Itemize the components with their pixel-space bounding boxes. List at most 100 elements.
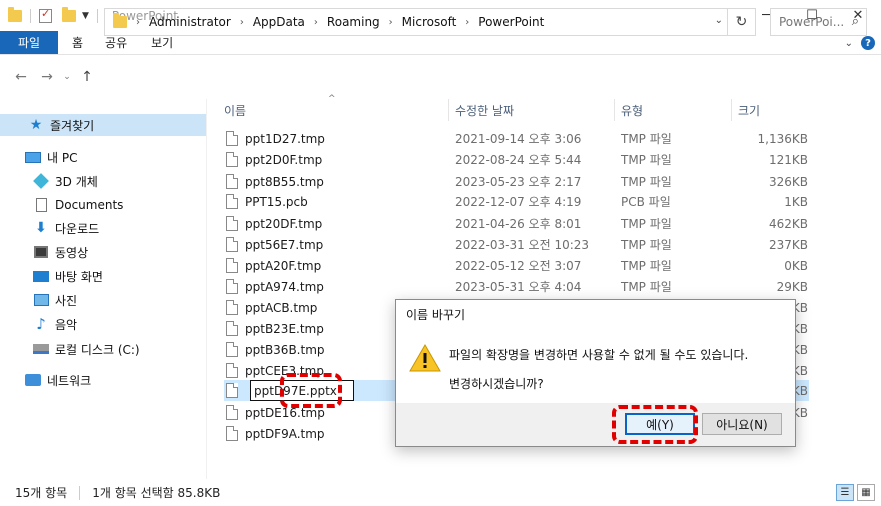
folder-icon bbox=[8, 6, 22, 22]
pc-icon bbox=[25, 150, 41, 164]
sidebar-item-network[interactable]: 네트워크 bbox=[0, 369, 91, 391]
search-input[interactable]: PowerPoi... ⌕ bbox=[770, 8, 867, 36]
chevron-right-icon[interactable]: › bbox=[389, 17, 393, 28]
column-header-type[interactable]: 유형 bbox=[621, 99, 643, 121]
picture-icon-shape bbox=[33, 294, 49, 306]
sidebar-item-this-pc[interactable]: 내 PC bbox=[0, 146, 77, 168]
sidebar-item-music[interactable]: ♪ 음악 bbox=[0, 313, 77, 335]
file-icon bbox=[226, 300, 238, 315]
file-icon bbox=[226, 237, 238, 252]
column-header-name[interactable]: 이름 bbox=[224, 99, 246, 121]
file-type: TMP 파일 bbox=[621, 259, 672, 273]
chevron-down-icon[interactable]: ⌄ bbox=[715, 15, 723, 26]
sidebar-item-local-disk[interactable]: 로컬 디스크 (C:) bbox=[0, 338, 140, 360]
breadcrumb-roaming[interactable]: Roaming bbox=[327, 15, 380, 29]
file-name: pptB23E.tmp bbox=[245, 321, 324, 336]
table-row[interactable]: pptA20F.tmp 2022-05-12 오전 3:07 TMP 파일 0K… bbox=[224, 255, 809, 276]
file-size: 29KB bbox=[776, 279, 808, 294]
table-row[interactable]: pptA974.tmp 2023-05-31 오후 4:04 TMP 파일 29… bbox=[224, 276, 809, 297]
sidebar-item-pictures[interactable]: 사진 bbox=[0, 289, 77, 311]
file-size: 326KB bbox=[768, 174, 808, 189]
drive-icon-shape bbox=[33, 344, 49, 354]
navigation-bar: ← → ⌄ ↑ bbox=[0, 55, 881, 99]
chevron-right-icon[interactable]: › bbox=[136, 17, 140, 28]
file-date: 2023-05-31 오후 4:04 bbox=[455, 280, 582, 294]
file-icon bbox=[226, 194, 238, 209]
customize-toolbar-icon[interactable]: ▼ bbox=[82, 11, 89, 21]
table-row[interactable]: ppt1D27.tmp 2021-09-14 오후 3:06 TMP 파일 1,… bbox=[224, 128, 809, 149]
forward-icon[interactable]: → bbox=[34, 69, 60, 85]
rename-input[interactable]: pptD97E.pptx bbox=[250, 380, 354, 401]
document-icon-shape bbox=[35, 198, 47, 212]
sidebar-item-desktop[interactable]: 바탕 화면 bbox=[0, 265, 103, 287]
breadcrumb-powerpoint[interactable]: PowerPoint bbox=[478, 15, 544, 29]
file-name: ppt1D27.tmp bbox=[245, 131, 325, 146]
sidebar-item-label: Documents bbox=[55, 198, 124, 212]
file-type: TMP 파일 bbox=[621, 280, 672, 294]
file-icon bbox=[226, 426, 238, 441]
expand-ribbon-icon[interactable]: ⌄ bbox=[845, 38, 853, 49]
sidebar-item-3d-objects[interactable]: 3D 개체 bbox=[0, 170, 98, 192]
column-divider[interactable] bbox=[614, 99, 615, 121]
sidebar-item-downloads[interactable]: ⬇ 다운로드 bbox=[0, 217, 99, 239]
properties-icon[interactable] bbox=[39, 7, 52, 23]
breadcrumb-administrator[interactable]: Administrator bbox=[149, 15, 231, 29]
new-folder-icon[interactable] bbox=[62, 6, 76, 22]
warning-icon bbox=[409, 344, 441, 372]
file-icon bbox=[226, 363, 238, 378]
tab-home[interactable]: 홈 bbox=[58, 31, 93, 54]
video-icon-shape bbox=[34, 246, 48, 258]
back-icon[interactable]: ← bbox=[8, 69, 34, 85]
details-view-icon[interactable]: ☰ bbox=[836, 484, 854, 501]
download-icon: ⬇ bbox=[35, 220, 47, 236]
sidebar-item-videos[interactable]: 동영상 bbox=[0, 241, 88, 263]
yes-button[interactable]: 예(Y) bbox=[625, 413, 695, 435]
column-header-date[interactable]: 수정한 날짜 bbox=[455, 99, 514, 121]
up-icon[interactable]: ↑ bbox=[74, 69, 100, 85]
table-row[interactable]: ppt20DF.tmp 2021-04-26 오후 8:01 TMP 파일 46… bbox=[224, 213, 809, 234]
chevron-right-icon[interactable]: › bbox=[314, 17, 318, 28]
file-size: 1KB bbox=[784, 194, 808, 209]
sidebar-item-label: 네트워크 bbox=[47, 373, 92, 388]
file-name: pptA20F.tmp bbox=[245, 258, 322, 273]
file-name-cell: ppt2D0F.tmp bbox=[226, 149, 322, 170]
large-icons-view-icon[interactable]: ▦ bbox=[857, 484, 875, 501]
table-row[interactable]: ppt2D0F.tmp 2022-08-24 오후 5:44 TMP 파일 12… bbox=[224, 149, 809, 170]
file-name-cell: pptDF9A.tmp bbox=[226, 423, 325, 444]
pane-divider[interactable] bbox=[206, 99, 207, 479]
quick-access-toolbar: ▼ bbox=[0, 6, 102, 23]
document-icon bbox=[33, 198, 49, 212]
drive-icon bbox=[33, 342, 49, 356]
recent-locations-icon[interactable]: ⌄ bbox=[60, 72, 74, 82]
star-icon: ★ bbox=[29, 117, 43, 133]
table-row[interactable]: PPT15.pcb 2022-12-07 오후 4:19 PCB 파일 1KB bbox=[224, 191, 809, 212]
address-bar[interactable]: › Administrator › AppData › Roaming › Mi… bbox=[104, 8, 756, 36]
3d-objects-icon-shape bbox=[33, 173, 49, 189]
no-button[interactable]: 아니요(N) bbox=[702, 413, 782, 435]
table-row[interactable]: ppt56E7.tmp 2022-03-31 오전 10:23 TMP 파일 2… bbox=[224, 234, 809, 255]
sidebar-item-label: 동영상 bbox=[55, 245, 89, 260]
help-icon[interactable]: ? bbox=[861, 36, 875, 50]
breadcrumb-appdata[interactable]: AppData bbox=[253, 15, 305, 29]
column-header-size[interactable]: 크기 bbox=[738, 99, 760, 121]
file-name-cell: pptACB.tmp bbox=[226, 297, 317, 318]
column-divider[interactable] bbox=[731, 99, 732, 121]
refresh-icon[interactable]: ↻ bbox=[727, 9, 755, 35]
chevron-right-icon[interactable]: › bbox=[240, 17, 244, 28]
file-name: pptCEE3.tmp bbox=[245, 363, 324, 378]
file-type: TMP 파일 bbox=[621, 238, 672, 252]
rename-dialog: 이름 바꾸기 파일의 확장명을 변경하면 사용할 수 없게 될 수도 있습니다.… bbox=[395, 299, 796, 447]
chevron-right-icon[interactable]: › bbox=[465, 17, 469, 28]
sidebar-item-favorites[interactable]: ★ 즐겨찾기 bbox=[0, 114, 206, 136]
sidebar-item-documents[interactable]: Documents bbox=[0, 194, 123, 216]
file-date: 2022-12-07 오후 4:19 bbox=[455, 195, 582, 209]
tab-file[interactable]: 파일 bbox=[0, 31, 58, 54]
status-bar: 15개 항목 1개 항목 선택함 85.8KB ☰ ▦ bbox=[0, 479, 881, 506]
sidebar-item-label: 다운로드 bbox=[55, 221, 100, 236]
status-divider bbox=[79, 485, 81, 500]
file-name: pptDE16.tmp bbox=[245, 405, 325, 420]
column-divider[interactable] bbox=[448, 99, 449, 121]
breadcrumb-microsoft[interactable]: Microsoft bbox=[402, 15, 457, 29]
table-row[interactable]: ppt8B55.tmp 2023-05-23 오후 2:17 TMP 파일 32… bbox=[224, 171, 809, 192]
toolbar-divider bbox=[30, 8, 31, 23]
